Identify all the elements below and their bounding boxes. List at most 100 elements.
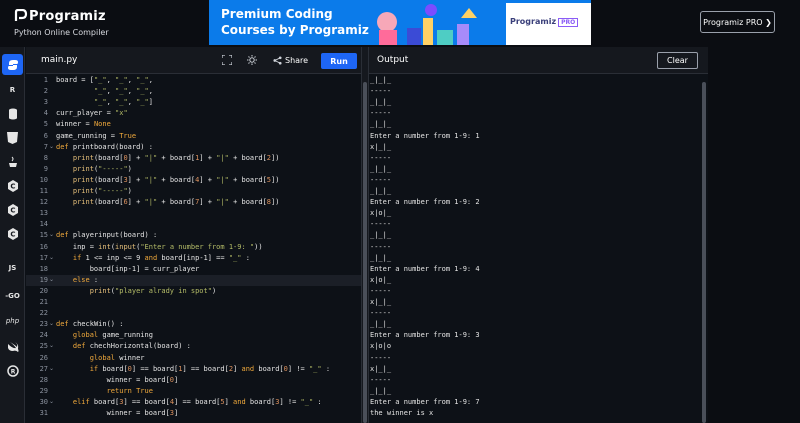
code-line[interactable]: return True <box>56 387 153 395</box>
code-line[interactable]: print(board[6] + "|" + board[7] + "|" + … <box>56 198 280 206</box>
fullscreen-icon[interactable] <box>220 53 234 67</box>
svg-text:R: R <box>10 368 15 375</box>
r-icon[interactable]: R <box>2 79 23 100</box>
output-line: ----- <box>370 87 392 96</box>
fold-toggle-icon[interactable]: ⌄ <box>49 398 54 405</box>
code-line[interactable]: game_running = True <box>56 132 136 140</box>
code-line[interactable]: else : <box>56 276 98 284</box>
output-console[interactable]: _|_|_ ----- _|_|_ ----- _|_|_ Enter a number … <box>369 74 708 423</box>
line-number: 12 <box>39 198 48 207</box>
editor-toolbar: main.py Share <box>26 47 361 74</box>
language-sidebar: R C C C JS -GO php R <box>0 47 25 423</box>
output-line: _|_|_ <box>370 98 392 107</box>
output-line: x|_|_ <box>370 298 392 306</box>
compiler-title: Python Online Compiler <box>14 28 109 37</box>
code-line[interactable]: winner = board[0] <box>56 376 179 384</box>
line-number: 11 <box>39 187 48 195</box>
code-line[interactable]: elif board[3] == board[4] == board[5] an… <box>56 398 322 406</box>
theme-toggle-icon[interactable] <box>245 53 259 67</box>
output-line: ----- <box>370 353 392 362</box>
code-line[interactable]: def checkWin() : <box>56 320 123 328</box>
editor-scrollbar[interactable] <box>363 82 367 423</box>
c-hex-icon: C <box>7 179 18 192</box>
file-tab-main[interactable]: main.py <box>41 55 77 65</box>
fold-toggle-icon[interactable]: ⌄ <box>49 320 54 327</box>
code-line[interactable]: print("-----") <box>56 187 132 195</box>
rust-icon[interactable]: R <box>2 360 23 381</box>
code-line[interactable]: board = ["_", "_", "_", <box>56 76 153 84</box>
output-line: ----- <box>370 242 392 251</box>
code-line[interactable]: "_", "_", "_"] <box>56 98 153 106</box>
fold-toggle-icon[interactable]: ⌄ <box>49 276 54 283</box>
php-icon[interactable]: php <box>2 310 23 331</box>
brand-name: Programiz <box>29 9 106 24</box>
output-line: ----- <box>370 153 392 162</box>
ad-illustration <box>369 0 489 45</box>
line-number: 30 <box>39 397 48 406</box>
code-line[interactable]: def playerinput(board) : <box>56 231 157 239</box>
code-line[interactable]: board[inp-1] = curr_player <box>56 265 200 273</box>
fold-toggle-icon[interactable]: ⌄ <box>49 143 54 150</box>
code-line[interactable]: "_", "_", "_", <box>56 87 153 95</box>
fold-toggle-icon[interactable]: ⌄ <box>49 342 54 349</box>
html-icon[interactable] <box>2 127 23 148</box>
code-editor[interactable]: 1 board = ["_", "_", "_", 2 "_", "_", "_",… <box>26 74 361 423</box>
python-logo-icon <box>7 59 18 70</box>
output-line: ----- <box>370 309 392 318</box>
output-line: _|_|_ <box>370 320 392 329</box>
code-line[interactable]: inp = int(input("Enter a number from 1-9… <box>56 243 263 251</box>
line-number: 23 <box>39 320 48 329</box>
line-number: 3 <box>43 98 48 107</box>
line-number: 17 <box>39 253 48 262</box>
r-icon-label: R <box>9 85 16 94</box>
code-line[interactable]: print("player alrady in spot") <box>56 287 216 295</box>
line-number: 2 <box>43 87 48 96</box>
java-icon[interactable] <box>2 151 23 172</box>
top-bar: Programiz Python Online Compiler Premium… <box>0 0 800 47</box>
code-line[interactable]: print("-----") <box>56 165 132 173</box>
fold-toggle-icon[interactable]: ⌄ <box>49 231 54 238</box>
code-line[interactable]: if 1 <= inp <= 9 and board[inp-1] == "_"… <box>56 254 250 262</box>
cpp-icon[interactable]: C <box>2 199 23 220</box>
line-number: 19 <box>39 275 48 284</box>
csharp-icon[interactable]: C <box>2 223 23 244</box>
code-line[interactable]: print(board[0] + "|" + board[1] + "|" + … <box>56 154 280 162</box>
code-line[interactable]: if board[0] == board[1] == board[2] and … <box>56 365 330 373</box>
c-icon[interactable]: C <box>2 175 23 196</box>
output-title: Output <box>377 55 409 65</box>
code-line[interactable]: curr_player = "x" <box>56 109 128 117</box>
code-line[interactable]: def chechHorizontal(board) : <box>56 342 191 350</box>
output-line: ----- <box>370 375 392 384</box>
code-line[interactable]: global winner <box>56 354 145 362</box>
line-number: 15 <box>39 231 48 240</box>
output-line: x|_|_ <box>370 142 392 151</box>
coffee-cup-icon <box>8 156 17 167</box>
php-icon-label: php <box>5 316 20 325</box>
output-line: _|_|_ <box>370 76 392 84</box>
csharp-hex-icon: C <box>7 227 18 240</box>
ad-pro-card[interactable]: Programiz PRO <box>506 3 591 45</box>
output-scrollbar[interactable] <box>702 82 706 423</box>
code-line[interactable]: winner = None <box>56 120 111 128</box>
programiz-logo[interactable]: Programiz Python Online Compiler <box>14 8 154 42</box>
share-button[interactable]: Share <box>273 53 317 68</box>
programiz-logo-icon <box>14 9 28 21</box>
swift-icon[interactable] <box>2 336 23 357</box>
code-line[interactable]: winner = board[3] <box>56 409 179 417</box>
sql-icon[interactable] <box>2 103 23 124</box>
fold-toggle-icon[interactable]: ⌄ <box>49 254 54 261</box>
output-line: _|_|_ <box>370 187 392 195</box>
line-number: 18 <box>39 264 48 273</box>
run-button[interactable]: Run <box>321 53 357 69</box>
code-line[interactable]: def printboard(board) : <box>56 143 153 151</box>
ad-headline-line-2: Courses by Programiz <box>221 23 369 37</box>
go-icon[interactable]: -GO <box>2 285 23 306</box>
programiz-pro-button[interactable]: Programiz PRO ❯ <box>700 11 775 33</box>
output-line: ----- <box>370 175 392 184</box>
code-line[interactable]: print(board[3] + "|" + board[4] + "|" + … <box>56 176 280 184</box>
js-icon[interactable]: JS <box>2 257 23 278</box>
python-icon[interactable] <box>2 54 23 75</box>
clear-button[interactable]: Clear <box>657 52 698 69</box>
code-line[interactable]: global game_running <box>56 331 153 339</box>
fold-toggle-icon[interactable]: ⌄ <box>49 365 54 372</box>
